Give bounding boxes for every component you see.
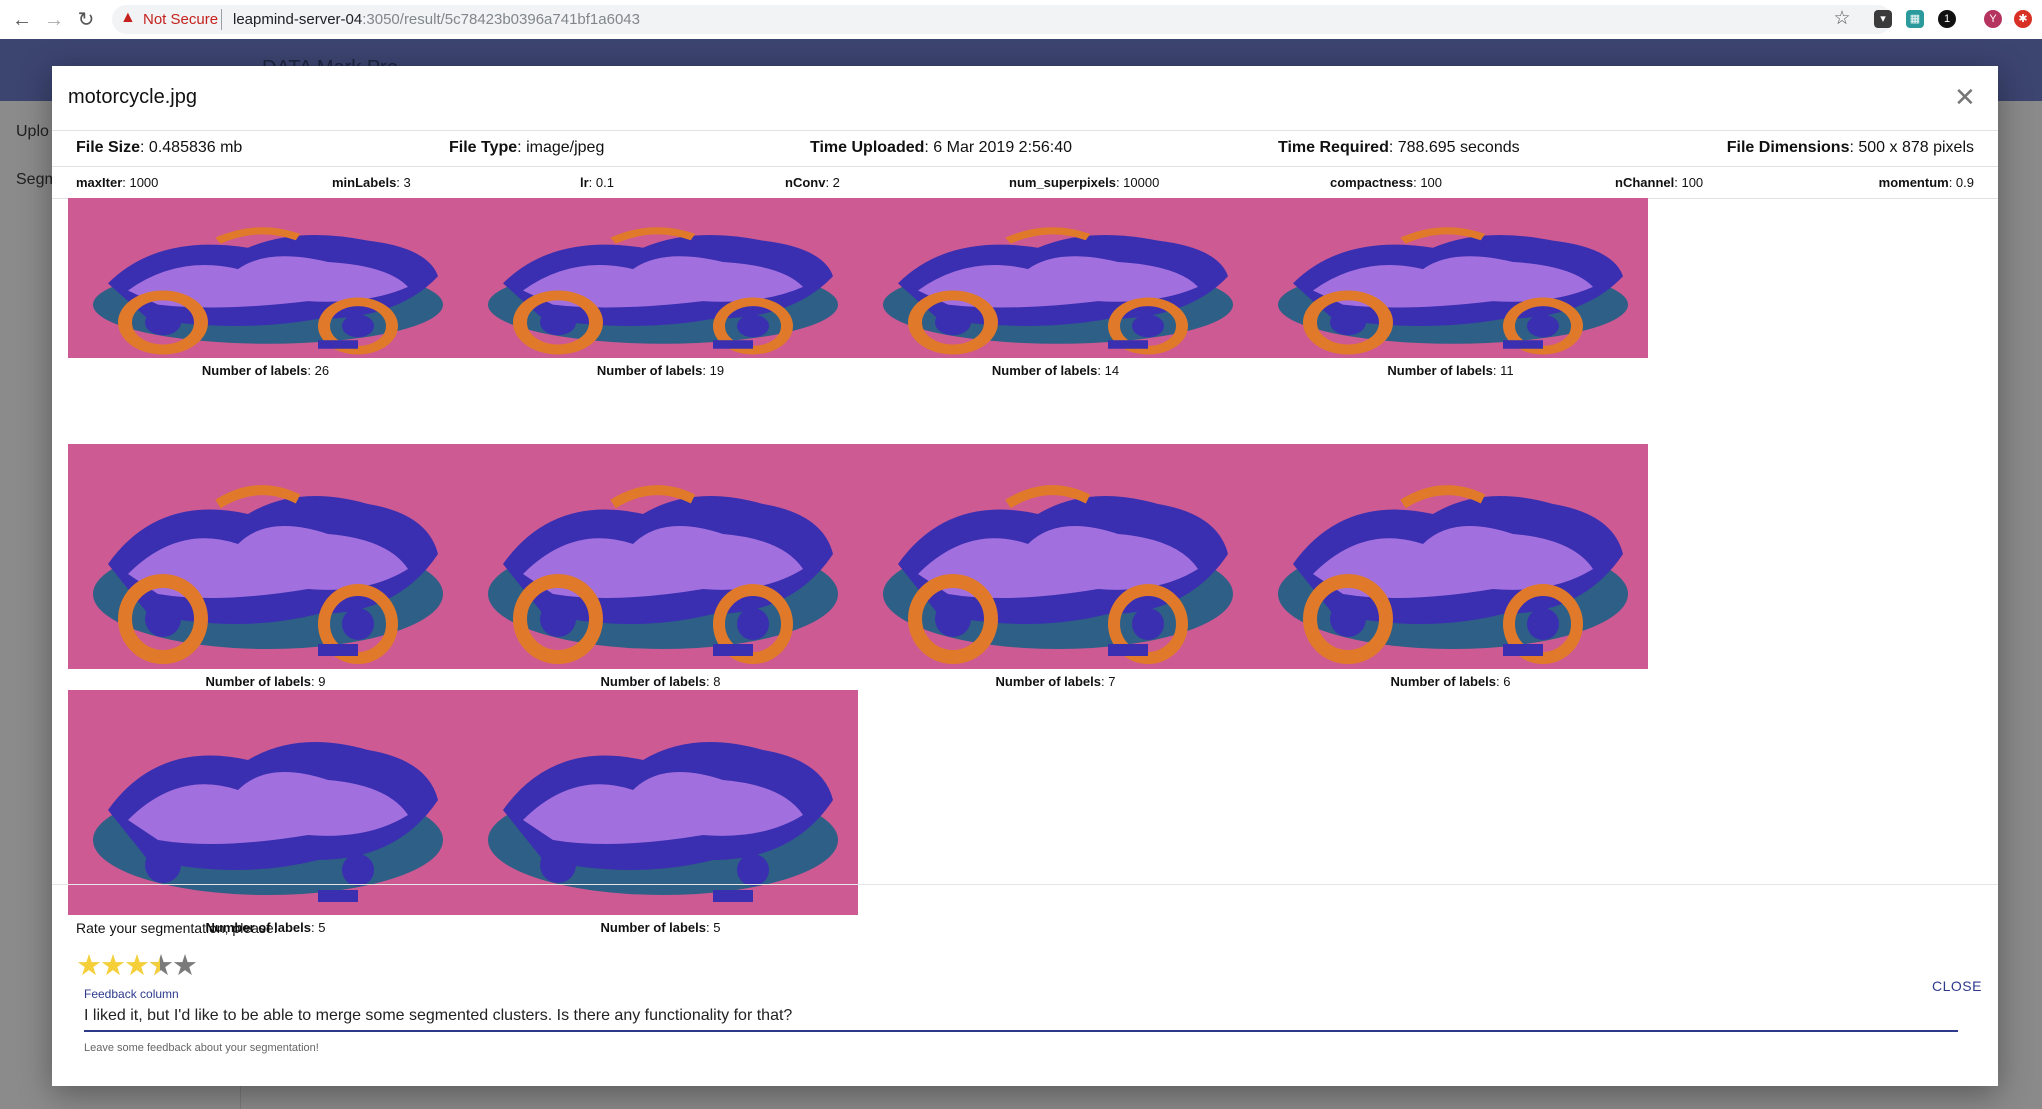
labels-count: Number of labels: 11	[1387, 363, 1514, 378]
feedback-helper-text: Leave some feedback about your segmentat…	[84, 1042, 319, 1054]
file-type: File Type: image/jpeg	[449, 139, 605, 156]
param-nconv: nConv: 2	[785, 175, 840, 190]
result-dialog: motorcycle.jpg ✕ File Size: 0.485836 mb …	[52, 66, 1998, 1086]
file-info-row: File Size: 0.485836 mb File Type: image/…	[52, 130, 1998, 167]
security-label[interactable]: Not Secure	[143, 11, 218, 28]
sidebar-item-upload[interactable]: Uplo	[16, 123, 49, 141]
param-maxiter: maxIter: 1000	[76, 175, 159, 190]
extension-icon[interactable]: ▦	[1906, 10, 1924, 28]
file-dimensions: File Dimensions: 500 x 878 pixels	[1726, 139, 1974, 156]
segmentation-image	[68, 690, 463, 915]
param-lr: lr: 0.1	[580, 175, 614, 190]
params-row: maxIter: 1000 minLabels: 3 lr: 0.1 nConv…	[52, 166, 1998, 199]
param-minlabels: minLabels: 3	[332, 175, 411, 190]
star-icon[interactable]: ★	[124, 950, 150, 982]
feedback-input[interactable]	[84, 1002, 1958, 1032]
segmentation-image	[858, 444, 1253, 669]
feedback-label: Feedback column	[84, 987, 179, 1001]
address-separator	[221, 9, 222, 30]
pocket-extension-icon[interactable]: ▾	[1874, 10, 1892, 28]
warning-icon: ▲	[120, 9, 136, 26]
star-rating[interactable]: ★★★★★★	[76, 948, 198, 983]
labels-count: Number of labels: 14	[991, 363, 1120, 378]
time-uploaded: Time Uploaded: 6 Mar 2019 2:56:40	[810, 139, 1073, 156]
ublock-extension-icon[interactable]: ✱	[2014, 10, 2032, 28]
dialog-title: motorcycle.jpg	[68, 86, 197, 108]
url-text[interactable]: leapmind-server-04:3050/result/5c78423b0…	[233, 11, 640, 28]
labels-count: Number of labels: 8	[600, 674, 721, 689]
divider	[52, 884, 1998, 885]
param-momentum: momentum: 0.9	[1878, 175, 1974, 190]
segmentation-image	[68, 444, 463, 669]
segmentation-image	[463, 198, 858, 358]
labels-count: Number of labels: 6	[1390, 674, 1511, 689]
param-nchannel: nChannel: 100	[1615, 175, 1704, 190]
file-size: File Size: 0.485836 mb	[76, 139, 243, 156]
star-icon[interactable]: ★★	[148, 948, 174, 983]
segmentation-image	[858, 198, 1253, 358]
segmentation-image	[68, 198, 463, 358]
close-icon[interactable]: ✕	[1954, 84, 1976, 110]
segmentation-image	[1253, 444, 1648, 669]
segmentation-image	[463, 690, 858, 915]
star-icon[interactable]: ★	[172, 950, 198, 982]
segmentation-image	[463, 444, 858, 669]
labels-count: Number of labels: 5	[600, 920, 721, 935]
reload-icon[interactable]: ↻	[74, 8, 98, 32]
star-icon[interactable]: ★	[76, 950, 102, 982]
labels-count: Number of labels: 26	[201, 363, 330, 378]
browser-toolbar: ← → ↻ ▲ Not Secure leapmind-server-04:30…	[0, 0, 2042, 40]
profile-avatar-icon[interactable]: Y	[1984, 10, 2002, 28]
time-required: Time Required: 788.695 seconds	[1278, 139, 1520, 156]
labels-count: Number of labels: 7	[995, 674, 1116, 689]
segmentation-image	[1253, 198, 1648, 358]
onepassword-extension-icon[interactable]: 1	[1938, 10, 1956, 28]
labels-count: Number of labels: 9	[205, 674, 326, 689]
rating-prompt: Rate your segmentation, please!	[76, 920, 278, 936]
param-compactness: compactness: 100	[1330, 175, 1443, 190]
back-icon[interactable]: ←	[10, 8, 34, 32]
star-icon[interactable]: ★	[100, 950, 126, 982]
bookmark-star-icon[interactable]: ☆	[1830, 7, 1854, 31]
param-num-superpixels: num_superpixels: 10000	[1009, 175, 1160, 190]
close-button[interactable]: CLOSE	[1932, 978, 1982, 994]
labels-count: Number of labels: 19	[596, 363, 725, 378]
forward-icon[interactable]: →	[42, 8, 66, 32]
